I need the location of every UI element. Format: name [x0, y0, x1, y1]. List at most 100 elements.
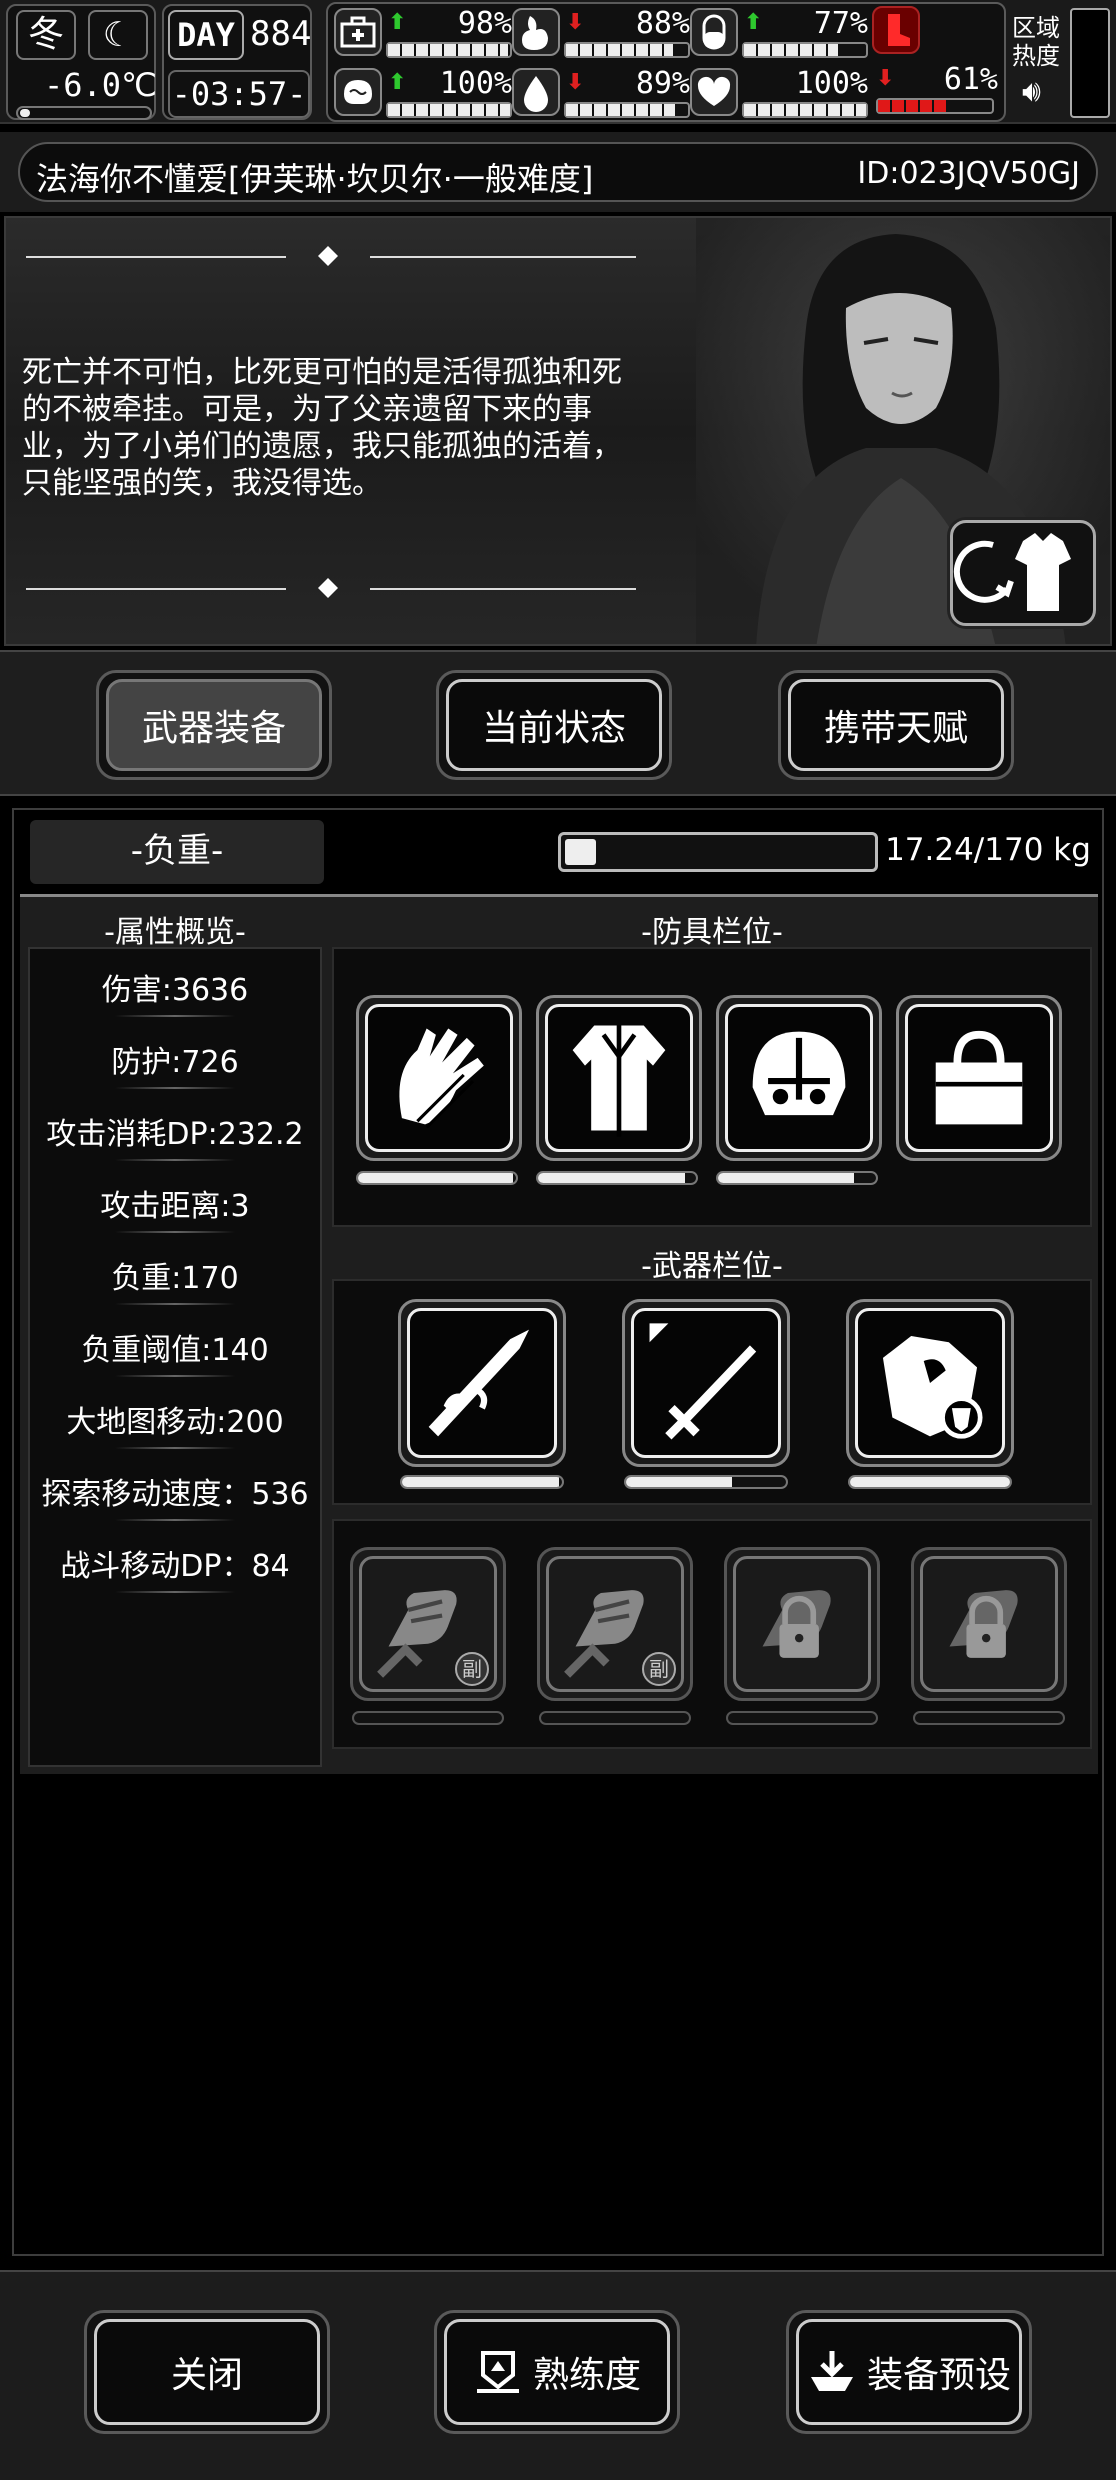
close-button[interactable]: 关闭 — [84, 2310, 330, 2434]
vital-bar-fill — [878, 100, 948, 112]
character-story-panel: 死亡并不可怕，比死更可怕的是活得孤独和死的不被牵挂。可是，为了父亲遗留下来的事业… — [4, 216, 1112, 646]
vital-value: 88% — [635, 6, 690, 41]
durability-bar-fill — [626, 1477, 732, 1487]
zone-heat-meter — [1070, 8, 1110, 118]
tab-label: 当前状态 — [446, 679, 662, 771]
thermometer-icon — [16, 106, 152, 120]
zone-heat[interactable]: 区域热度 🔊︎ — [1012, 8, 1112, 118]
vital-bar-fill — [566, 44, 674, 56]
locked-slot[interactable] — [911, 1547, 1067, 1701]
secondary-weapon-slot[interactable]: 副 — [350, 1547, 506, 1701]
attribute-item: 探索移动速度：536 — [30, 1469, 320, 1521]
secondary-badge: 副 — [642, 1652, 676, 1686]
game-clock: -03:57- — [168, 70, 310, 118]
attribute-item: 负重阈值:140 — [30, 1325, 320, 1377]
bag-icon — [935, 1030, 1023, 1125]
day-panel[interactable]: DAY 884 -03:57- — [162, 4, 312, 120]
durability-bar — [356, 1171, 518, 1185]
weapon-slot-spear[interactable] — [398, 1299, 566, 1467]
vital-bar — [386, 102, 512, 118]
bottom-bar: 关闭 熟练度 装备预设 — [0, 2270, 1116, 2480]
zone-heat-label: 区域热度 — [1012, 14, 1060, 70]
durability-bar-fill — [850, 1477, 1010, 1487]
gloves-icon — [399, 1028, 484, 1129]
character-quote: 死亡并不可怕，比死更可怕的是活得孤独和死的不被牵挂。可是，为了父亲遗留下来的事业… — [22, 355, 622, 501]
durability-bar-fill — [402, 1477, 559, 1487]
weapon-slot-sword[interactable] — [622, 1299, 790, 1467]
season-panel[interactable]: 冬 ☾ -6.0℃ — [6, 4, 157, 120]
trend-down-icon: ⬇ — [566, 10, 585, 35]
lock-icon — [762, 1590, 831, 1658]
helmet-icon — [752, 1031, 846, 1116]
stomach-icon — [512, 8, 560, 56]
proficiency-label: 熟练度 — [532, 2355, 641, 2396]
lock-icon — [949, 1590, 1018, 1658]
vital-value: 77% — [813, 6, 868, 41]
attribute-item: 攻击消耗DP:232.2 — [30, 1109, 320, 1161]
vital-bar-fill — [744, 44, 838, 56]
vital-stat: ⬆ 77% — [690, 6, 872, 62]
vital-stat: ⬇ 89% — [512, 66, 694, 122]
locked-slot[interactable] — [724, 1547, 880, 1701]
vital-bar — [564, 102, 690, 118]
armor-slots-title: -防具栏位- — [641, 915, 783, 950]
medkit-icon — [334, 8, 382, 56]
durability-bar — [716, 1171, 878, 1185]
weight-bar — [558, 832, 878, 872]
proficiency-button[interactable]: 熟练度 — [434, 2310, 680, 2434]
tab-label: 武器装备 — [106, 679, 322, 771]
attribute-item: 伤害:3636 — [30, 965, 320, 1017]
attribute-item: 战斗移动DP：84 — [30, 1541, 320, 1593]
weight-row: -负重- 17.24/170 kg — [14, 810, 1102, 888]
armor-slot-helmet[interactable] — [716, 995, 882, 1161]
ornament-divider-icon — [26, 574, 636, 604]
equipment-panel: -负重- 17.24/170 kg -属性概览- 伤害:3636 防护:726 攻击… — [12, 808, 1104, 2256]
change-outfit-button[interactable] — [950, 520, 1096, 626]
vital-value: 89% — [635, 66, 690, 101]
durability-bar — [848, 1475, 1012, 1489]
tab-current-status[interactable]: 当前状态 — [436, 670, 672, 780]
tab-talents[interactable]: 携带天赋 — [778, 670, 1014, 780]
trend-up-icon: ⬆ — [388, 70, 407, 95]
download-tray-icon — [810, 2351, 853, 2391]
vital-value: 100% — [795, 66, 868, 101]
vital-bar — [386, 42, 512, 58]
heart-icon — [690, 68, 738, 116]
vital-bar — [876, 98, 994, 114]
durability-bar — [539, 1711, 691, 1725]
armor-slot-gloves[interactable] — [356, 995, 522, 1161]
weight-bar-fill — [565, 839, 597, 865]
attribute-item: 大地图移动:200 — [30, 1397, 320, 1449]
medal-icon — [476, 2351, 519, 2393]
status-bar: 冬 ☾ -6.0℃ DAY 884 -03:57- ⬆ 98% ⬇ 88% ⬆ 77% ⬆ 1… — [0, 0, 1116, 124]
day-number: 884 — [250, 14, 312, 54]
durability-bar — [913, 1711, 1065, 1725]
trend-up-icon: ⬆ — [388, 10, 407, 35]
spear-icon — [428, 1329, 530, 1437]
armor-slot-bag[interactable] — [896, 995, 1062, 1161]
brain-icon — [334, 68, 382, 116]
player-id: ID:023JQV50GJ — [857, 156, 1080, 191]
secondary-weapon-slot[interactable]: 副 — [537, 1547, 693, 1701]
equipment-preset-button[interactable]: 装备预设 — [786, 2310, 1032, 2434]
vital-value: 100% — [439, 66, 512, 101]
save-name: 法海你不懂爱[伊芙琳·坎贝尔·一般难度] — [36, 160, 594, 198]
vital-stat: ⬆ 100% — [334, 66, 516, 122]
temperature: -6.0℃ — [44, 66, 157, 104]
durability-bar — [536, 1171, 698, 1185]
ornament-divider-icon — [26, 242, 636, 272]
secondary-badge: 副 — [455, 1652, 489, 1686]
close-label: 关闭 — [170, 2355, 243, 2396]
coat-icon — [572, 1025, 666, 1137]
vitals-panel[interactable]: ⬆ 98% ⬇ 88% ⬆ 77% ⬆ 100% ⬇ 89% 100% ⬇ 61% — [326, 2, 1006, 122]
attributes-title: -属性概览- — [104, 915, 246, 950]
equipment-content: -属性概览- 伤害:3636 防护:726 攻击消耗DP:232.2 攻击距离:3 负重… — [20, 894, 1098, 1774]
vital-stat: ⬇ 61% — [872, 6, 1002, 114]
tab-weapons-equipment[interactable]: 武器装备 — [96, 670, 332, 780]
armor-slot-coat[interactable] — [536, 995, 702, 1161]
weapon-slot-shield[interactable] — [846, 1299, 1014, 1467]
vital-stat: 100% — [690, 66, 872, 122]
speaker-icon[interactable]: 🔊︎ — [1022, 74, 1041, 109]
trend-down-icon: ⬇ — [566, 70, 585, 95]
weight-label: -负重- — [30, 820, 324, 884]
